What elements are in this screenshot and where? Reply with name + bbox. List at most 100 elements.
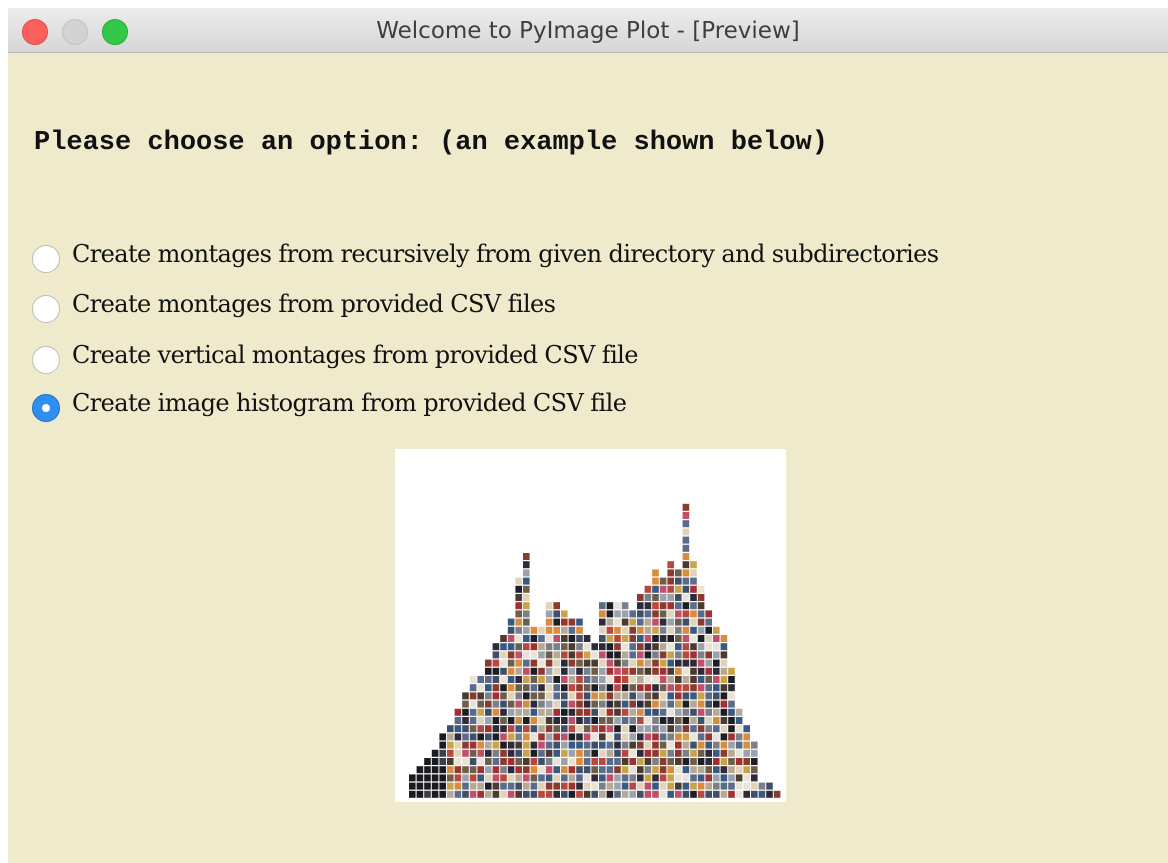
thumbnail-tile — [553, 700, 560, 708]
thumbnail-tile — [751, 758, 758, 765]
thumbnail-tile — [629, 766, 636, 774]
thumbnail-tile — [500, 700, 507, 708]
thumbnail-tile — [545, 692, 553, 700]
thumbnail-tile — [553, 758, 560, 765]
thumbnail-tile — [652, 643, 659, 651]
thumbnail-tile — [637, 741, 644, 749]
radio-button[interactable] — [32, 346, 60, 374]
thumbnail-tile — [507, 758, 515, 765]
thumbnail-tile — [682, 676, 690, 683]
thumbnail-tile — [713, 733, 720, 741]
thumbnail-tile — [568, 651, 576, 659]
thumbnail-tile — [720, 700, 728, 708]
thumbnail-tile — [568, 692, 576, 700]
thumbnail-tile — [614, 618, 621, 626]
thumbnail-tile — [637, 700, 644, 708]
thumbnail-tile — [705, 667, 712, 675]
thumbnail-tile — [568, 774, 576, 782]
thumbnail-tile — [454, 733, 462, 741]
title-bar[interactable]: Welcome to PyImage Plot - [Preview] — [8, 8, 1168, 53]
thumbnail-tile — [568, 643, 576, 651]
thumbnail-tile — [500, 692, 507, 700]
thumbnail-tile — [675, 643, 682, 651]
thumbnail-tile — [659, 594, 667, 601]
thumbnail-tile — [614, 700, 621, 708]
thumbnail-tile — [637, 774, 644, 782]
thumbnail-tile — [599, 626, 606, 634]
thumbnail-tile — [705, 643, 712, 651]
thumbnail-tile — [652, 602, 659, 610]
thumbnail-tile — [523, 561, 530, 569]
thumbnail-tile — [515, 626, 522, 634]
thumbnail-tile — [545, 635, 553, 642]
thumbnail-tile — [682, 569, 690, 577]
thumbnail-tile — [492, 749, 500, 757]
thumbnail-tile — [644, 659, 652, 667]
option-csv-montages[interactable]: Create montages from provided CSV files — [32, 284, 556, 324]
option-label[interactable]: Create image histogram from provided CSV… — [72, 389, 627, 417]
thumbnail-tile — [561, 618, 568, 626]
thumbnail-tile — [751, 774, 758, 782]
thumbnail-tile — [675, 610, 682, 618]
thumbnail-tile — [538, 749, 545, 757]
prompt-heading: Please choose an option: (an example sho… — [34, 128, 828, 158]
thumbnail-tile — [667, 659, 674, 667]
option-recursive-montages[interactable]: Create montages from recursively from gi… — [32, 234, 939, 274]
thumbnail-tile — [500, 782, 507, 790]
thumbnail-tile — [492, 766, 500, 774]
option-label[interactable]: Create vertical montages from provided C… — [72, 341, 638, 369]
thumbnail-tile — [530, 758, 538, 765]
thumbnail-tile — [667, 790, 674, 798]
thumbnail-tile — [728, 708, 735, 716]
thumbnail-tile — [667, 708, 674, 716]
option-label[interactable]: Create montages from provided CSV files — [72, 290, 556, 318]
thumbnail-tile — [591, 782, 598, 790]
option-image-histogram[interactable]: Create image histogram from provided CSV… — [32, 383, 627, 423]
thumbnail-tile — [659, 659, 667, 667]
thumbnail-tile — [454, 774, 462, 782]
thumbnail-tile — [538, 708, 545, 716]
thumbnail-tile — [705, 766, 712, 774]
thumbnail-tile — [614, 758, 621, 765]
thumbnail-tile — [485, 725, 492, 733]
thumbnail-tile — [545, 708, 553, 716]
thumbnail-tile — [591, 725, 598, 733]
thumbnail-tile — [713, 651, 720, 659]
thumbnail-tile — [682, 512, 690, 519]
thumbnail-tile — [735, 708, 743, 716]
thumbnail-tile — [583, 717, 591, 724]
thumbnail-tile — [735, 749, 743, 757]
thumbnail-tile — [743, 725, 750, 733]
radio-button[interactable] — [32, 295, 60, 323]
thumbnail-tile — [561, 790, 568, 798]
thumbnail-tile — [530, 692, 538, 700]
thumbnail-tile — [629, 790, 636, 798]
radio-button[interactable] — [32, 245, 60, 273]
thumbnail-tile — [682, 733, 690, 741]
thumbnail-tile — [439, 733, 446, 741]
thumbnail-tile — [462, 741, 469, 749]
radio-button-selected[interactable] — [32, 394, 60, 422]
thumbnail-tile — [545, 651, 553, 659]
thumbnail-tile — [599, 635, 606, 642]
thumbnail-tile — [538, 782, 545, 790]
thumbnail-tile — [659, 684, 667, 692]
thumbnail-tile — [477, 758, 484, 765]
thumbnail-tile — [431, 749, 439, 757]
thumbnail-tile — [751, 749, 758, 757]
thumbnail-tile — [523, 733, 530, 741]
option-label[interactable]: Create montages from recursively from gi… — [72, 240, 939, 268]
thumbnail-tile — [545, 700, 553, 708]
thumbnail-tile — [561, 725, 568, 733]
thumbnail-tile — [530, 717, 538, 724]
thumbnail-tile — [720, 635, 728, 642]
thumbnail-tile — [652, 790, 659, 798]
thumbnail-tile — [735, 725, 743, 733]
thumbnail-tile — [675, 725, 682, 733]
thumbnail-tile — [728, 790, 735, 798]
thumbnail-tile — [530, 684, 538, 692]
option-vertical-montages[interactable]: Create vertical montages from provided C… — [32, 335, 638, 375]
thumbnail-tile — [713, 782, 720, 790]
thumbnail-tile — [545, 782, 553, 790]
thumbnail-tile — [469, 774, 477, 782]
